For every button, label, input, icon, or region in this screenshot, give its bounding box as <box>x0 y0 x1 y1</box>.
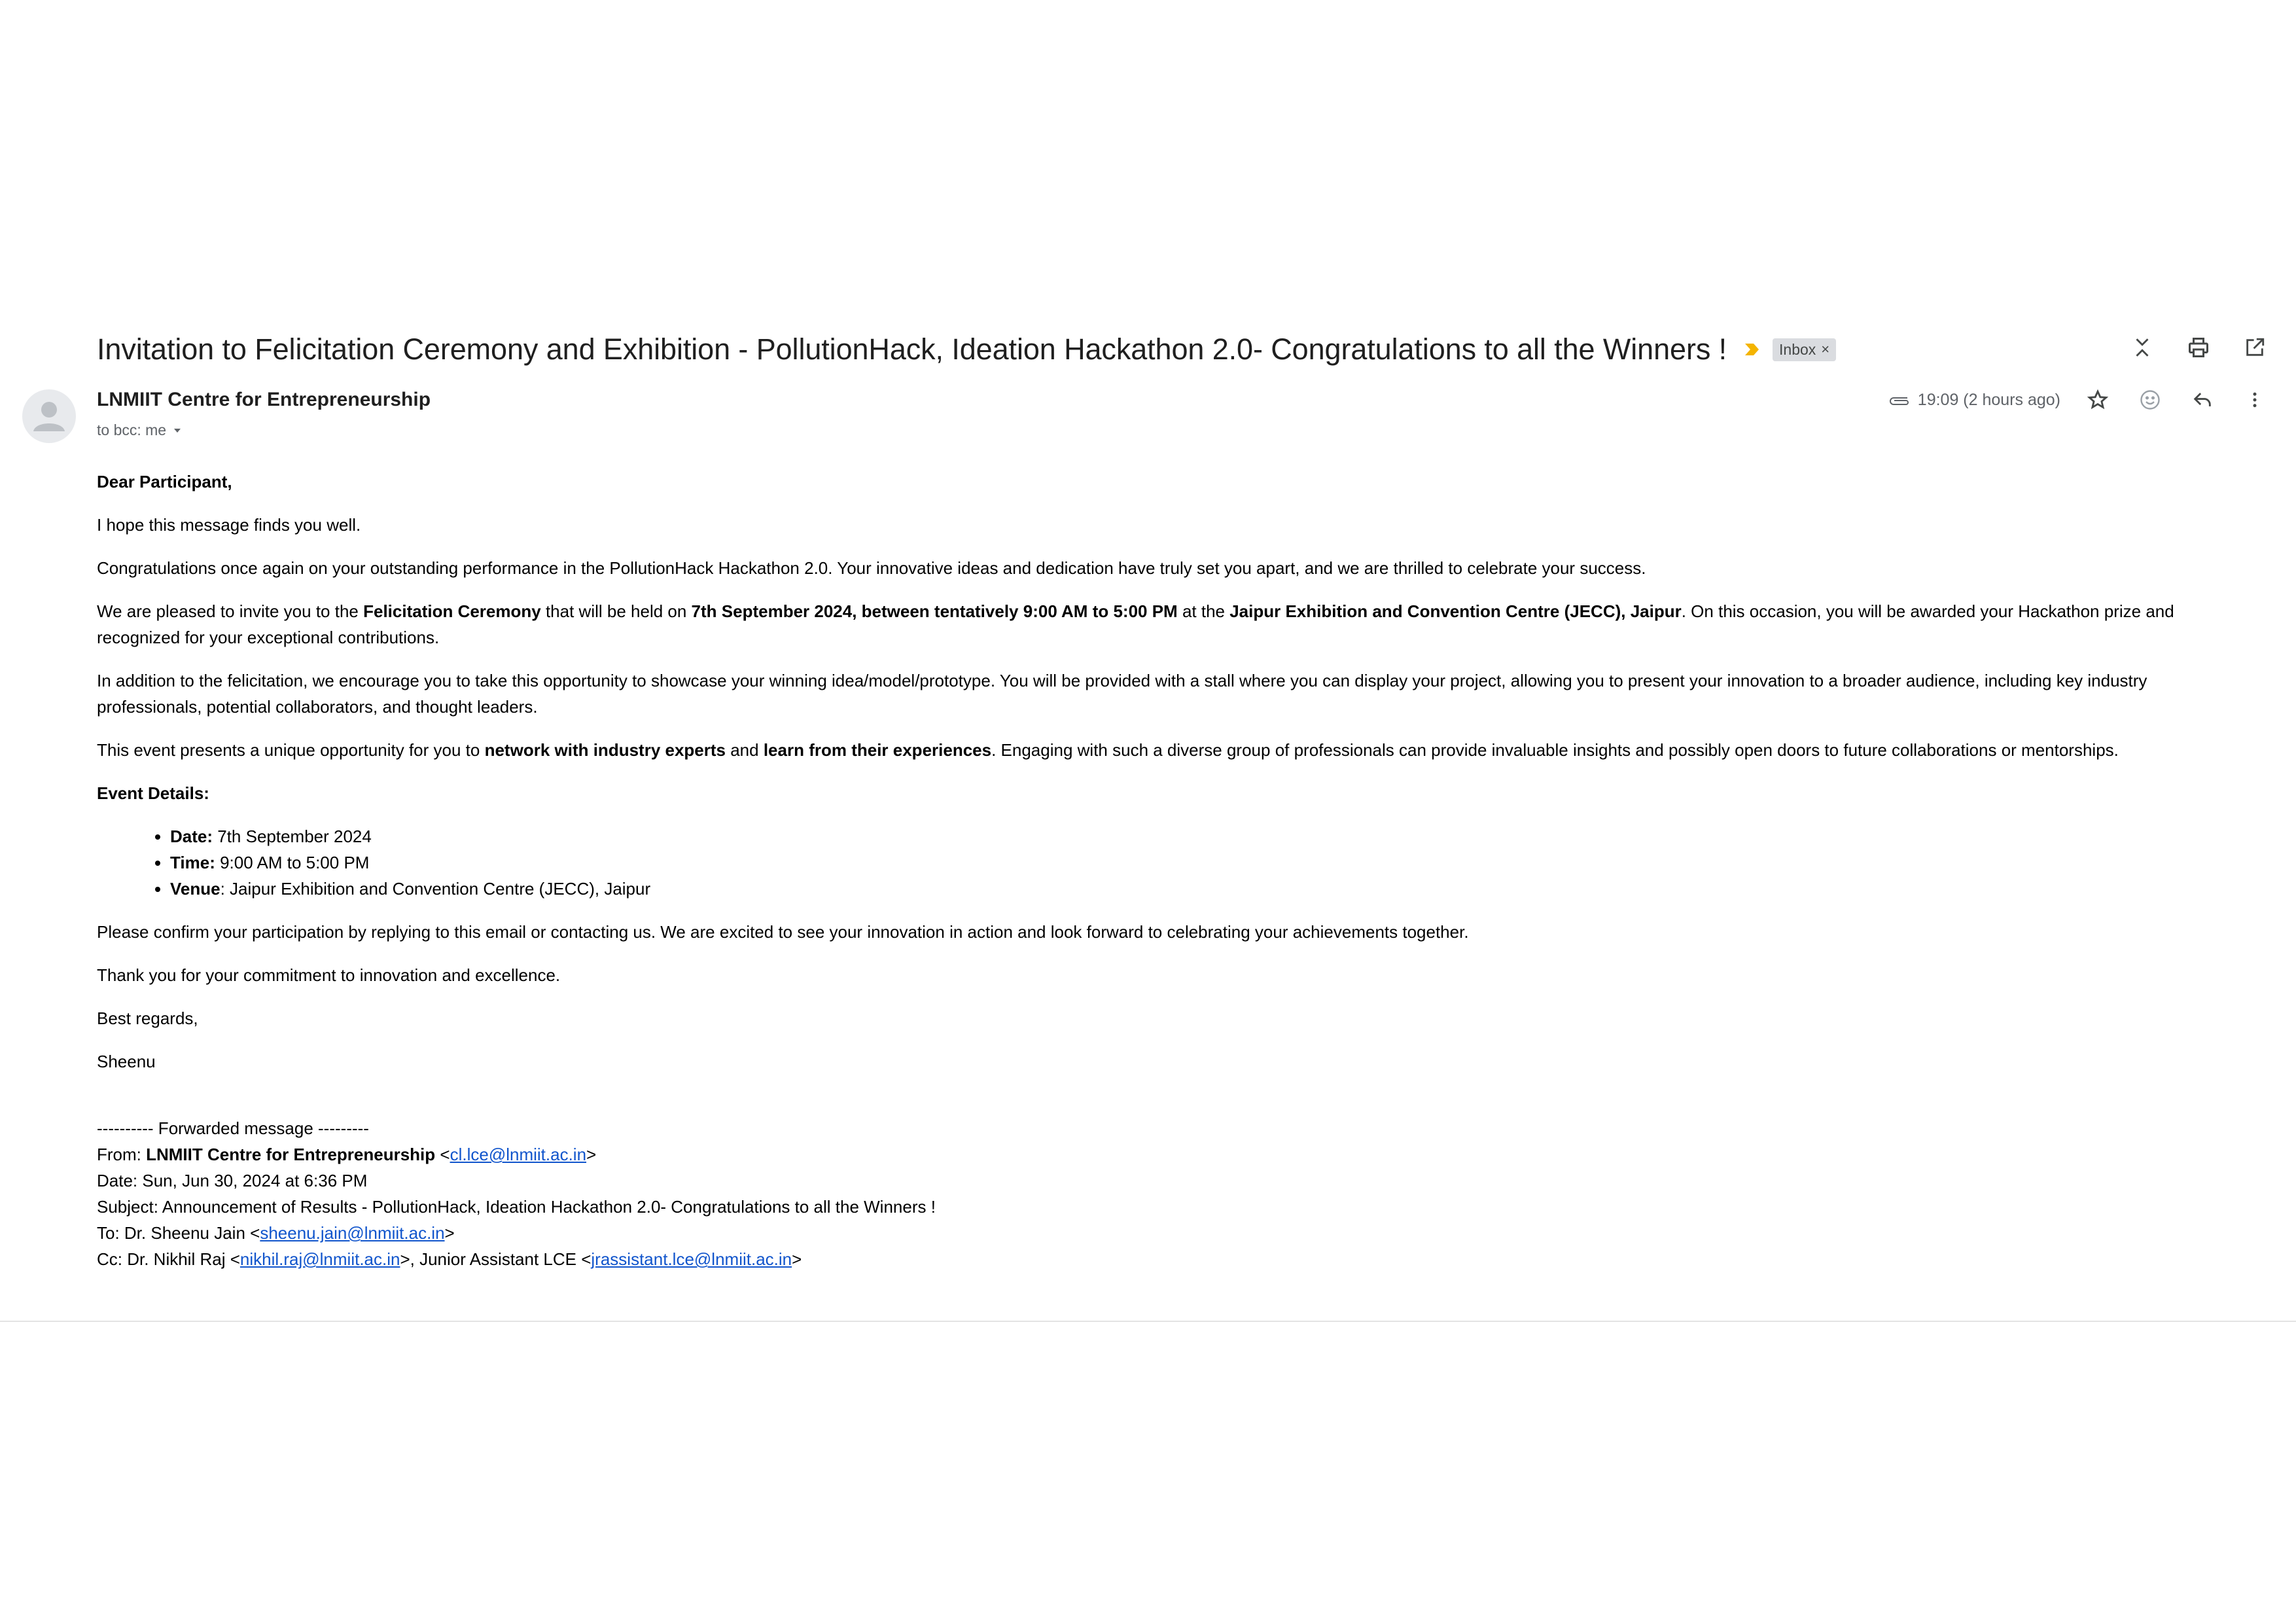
from-email-link[interactable]: cl.lce@lnmiit.ac.in <box>450 1145 586 1164</box>
recipients-text: to bcc: me <box>97 421 167 438</box>
more-vert-icon[interactable] <box>2240 385 2270 415</box>
paragraph-1: I hope this message finds you well. <box>97 515 361 535</box>
closing: Best regards, <box>97 1008 198 1028</box>
list-item: Date: 7th September 2024 <box>170 823 2210 849</box>
thread-actions <box>2127 332 2270 363</box>
forwarded-to: To: Dr. Sheenu Jain <sheenu.jain@lnmiit.… <box>97 1223 455 1243</box>
paragraph-3: We are pleased to invite you to the Feli… <box>97 601 2174 647</box>
greeting: Dear Participant, <box>97 472 232 491</box>
forwarded-subject: Subject: Announcement of Results - Pollu… <box>97 1197 936 1217</box>
paragraph-5: This event presents a unique opportunity… <box>97 740 2119 760</box>
emoji-icon[interactable] <box>2135 385 2165 415</box>
cc-email-link-1[interactable]: nikhil.raj@lnmiit.ac.in <box>240 1249 400 1269</box>
event-details-heading: Event Details: <box>97 783 209 803</box>
reply-icon[interactable] <box>2187 385 2217 415</box>
forwarded-header: ---------- Forwarded message --------- <box>97 1118 369 1138</box>
recipients[interactable]: to bcc: me <box>97 421 183 439</box>
print-icon[interactable] <box>2183 332 2214 363</box>
paragraph-4: In addition to the felicitation, we enco… <box>97 671 2147 717</box>
subject-row: Invitation to Felicitation Ceremony and … <box>97 326 1837 373</box>
paragraph-6: Please confirm your participation by rep… <box>97 922 1469 942</box>
event-details-list: Date: 7th September 2024 Time: 9:00 AM t… <box>97 823 2210 902</box>
forwarded-cc: Cc: Dr. Nikhil Raj <nikhil.raj@lnmiit.ac… <box>97 1249 802 1269</box>
signature: Sheenu <box>97 1052 156 1071</box>
label-chip-text: Inbox <box>1779 340 1816 358</box>
forwarded-from: From: LNMIIT Centre for Entrepreneurship… <box>97 1145 597 1164</box>
message-meta: 19:09 (2 hours ago) <box>1888 385 2270 415</box>
forwarded-message: ---------- Forwarded message --------- F… <box>97 1115 2210 1272</box>
star-icon[interactable] <box>2083 385 2113 415</box>
label-chip-inbox[interactable]: Inbox × <box>1773 338 1837 361</box>
sender-avatar <box>22 389 76 443</box>
paragraph-7: Thank you for your commitment to innovat… <box>97 965 561 985</box>
cc-email-link-2[interactable]: jrassistant.lce@lnmiit.ac.in <box>591 1249 792 1269</box>
remove-label-icon[interactable]: × <box>1821 341 1829 358</box>
list-item: Venue: Jaipur Exhibition and Convention … <box>170 876 2210 902</box>
paragraph-2: Congratulations once again on your outst… <box>97 558 1646 578</box>
sender-name[interactable]: LNMIIT Centre for Entrepreneurship <box>97 389 431 411</box>
list-item: Time: 9:00 AM to 5:00 PM <box>170 849 2210 876</box>
email-body: Dear Participant, I hope this message fi… <box>97 469 2210 1272</box>
to-email-link[interactable]: sheenu.jain@lnmiit.ac.in <box>260 1223 444 1243</box>
time-group: 19:09 (2 hours ago) <box>1888 391 2060 410</box>
collapse-all-icon[interactable] <box>2127 332 2157 363</box>
important-marker-icon[interactable] <box>1742 340 1761 359</box>
timestamp: 19:09 (2 hours ago) <box>1917 390 2060 409</box>
forwarded-date: Date: Sun, Jun 30, 2024 at 6:36 PM <box>97 1171 368 1190</box>
chevron-down-icon[interactable] <box>171 425 183 437</box>
attachment-icon <box>1889 397 1909 405</box>
email-view: Invitation to Felicitation Ceremony and … <box>0 296 2296 1322</box>
email-subject: Invitation to Felicitation Ceremony and … <box>97 332 1727 366</box>
open-in-new-window-icon[interactable] <box>2240 332 2270 363</box>
